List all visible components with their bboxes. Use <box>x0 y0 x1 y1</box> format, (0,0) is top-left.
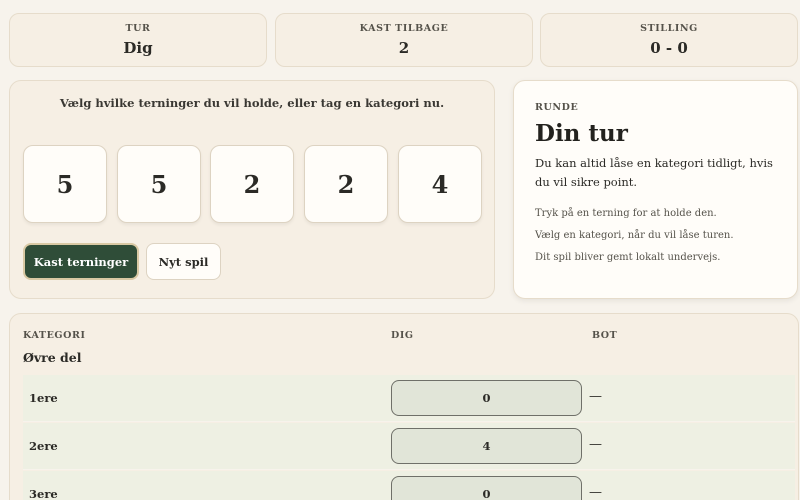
round-info-panel: RUNDE Din tur Du kan altid låse en kateg… <box>513 80 798 299</box>
table-row: 3ere 0 — <box>23 471 795 500</box>
category-name: 3ere <box>29 487 58 500</box>
bot-score: — <box>589 437 602 452</box>
bot-score: — <box>589 389 602 404</box>
table-row: 1ere 0 — <box>23 375 795 422</box>
score-cell-3ere[interactable]: 0 <box>391 476 582 500</box>
die-5[interactable]: 4 <box>398 145 482 223</box>
die-4[interactable]: 2 <box>304 145 388 223</box>
rolls-left-stat: KAST TILBAGE 2 <box>275 13 533 67</box>
table-row: 2ere 4 — <box>23 423 795 470</box>
category-name: 1ere <box>29 391 58 405</box>
roll-dice-button[interactable]: Kast terninger <box>23 243 139 280</box>
score-cell-1ere[interactable]: 0 <box>391 380 582 416</box>
hint-text: Dit spil bliver gemt lokalt undervejs. <box>535 252 721 263</box>
round-title: Din tur <box>535 120 628 147</box>
new-game-button[interactable]: Nyt spil <box>146 243 221 280</box>
upper-section-title: Øvre del <box>23 350 82 365</box>
turn-value: Dig <box>123 39 153 57</box>
die-1[interactable]: 5 <box>23 145 107 223</box>
score-label: STILLING <box>640 23 698 34</box>
die-2[interactable]: 5 <box>117 145 201 223</box>
turn-stat: TUR Dig <box>9 13 267 67</box>
score-cell-2ere[interactable]: 4 <box>391 428 582 464</box>
category-header: KATEGORI <box>23 330 86 341</box>
rolls-left-label: KAST TILBAGE <box>359 23 449 34</box>
turn-label: TUR <box>125 23 151 34</box>
dice-panel: Vælg hvilke terninger du vil holde, elle… <box>9 80 495 299</box>
you-header: DIG <box>391 330 414 341</box>
dice-prompt: Vælg hvilke terninger du vil holde, elle… <box>59 96 445 110</box>
hint-text: Tryk på en terning for at holde den. <box>535 208 717 219</box>
die-3[interactable]: 2 <box>210 145 294 223</box>
round-kicker: RUNDE <box>535 102 579 113</box>
score-value: 0 - 0 <box>650 39 688 57</box>
scorecard-panel: KATEGORI DIG BOT Øvre del 1ere 0 — 2ere … <box>9 313 799 500</box>
score-stat: STILLING 0 - 0 <box>540 13 798 67</box>
round-lead: Du kan altid låse en kategori tidligt, h… <box>535 156 773 189</box>
hint-text: Vælg en kategori, når du vil låse turen. <box>535 230 734 241</box>
rolls-left-value: 2 <box>398 39 410 57</box>
category-name: 2ere <box>29 439 58 453</box>
bot-score: — <box>589 485 602 500</box>
bot-header: BOT <box>592 330 618 341</box>
